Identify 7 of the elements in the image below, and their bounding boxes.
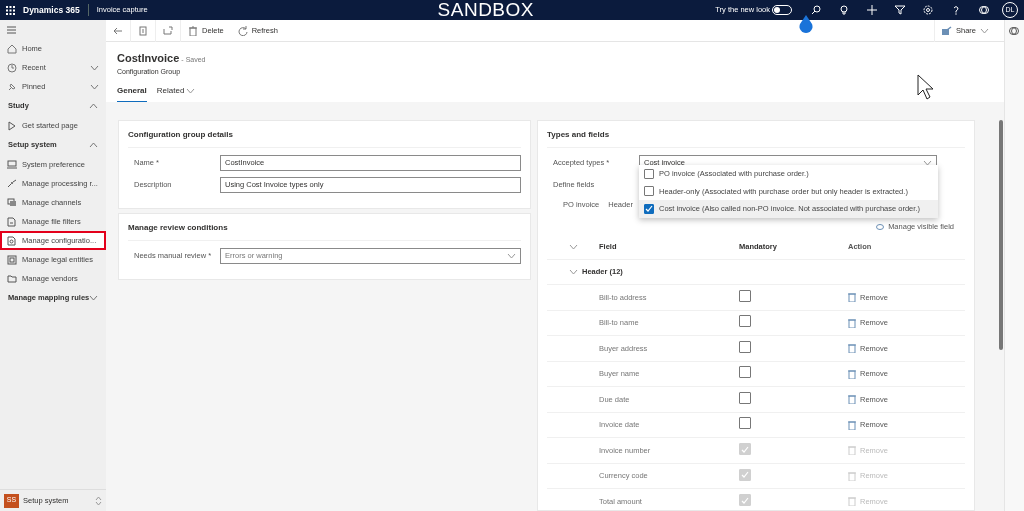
tab[interactable]: Related: [156, 83, 196, 103]
section-title: Types and fields: [547, 129, 965, 148]
section-title: Configuration group details: [128, 129, 521, 148]
environment-label: SANDBOX: [437, 0, 534, 20]
app-title[interactable]: Dynamics 365: [23, 3, 80, 17]
record-title: CostInvoice: [117, 51, 180, 66]
section-title: Manage review conditions: [128, 222, 521, 241]
